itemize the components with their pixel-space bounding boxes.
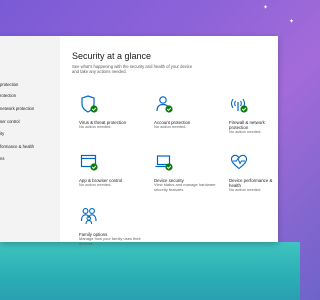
security-window: protection rotection network protection …: [0, 36, 278, 246]
sidebar-item-label: formance & health: [0, 144, 34, 149]
sidebar-item-label: rotection: [0, 93, 17, 98]
card-status: View status and manage hardware security…: [154, 182, 216, 192]
desktop-wallpaper-bottom: [0, 242, 300, 300]
main-content: Security at a glance See what's happenin…: [60, 36, 278, 246]
wifi-icon: [230, 98, 248, 113]
sidebar-item-virus-protection[interactable]: protection: [0, 82, 60, 87]
card-status: Manage how your family uses their device…: [79, 236, 141, 246]
sidebar-item-device-security[interactable]: ity: [0, 131, 60, 136]
heart-pulse-icon: [230, 154, 248, 170]
sparkle-decoration: ✦: [263, 5, 269, 11]
page-subtitle: See what's happening with the security a…: [72, 64, 193, 74]
shield-icon: [81, 95, 98, 113]
sidebar-item-label: ns: [0, 156, 5, 161]
card-device-security[interactable]: Device security View status and manage h…: [149, 150, 219, 200]
card-status: No action needed.: [229, 187, 262, 192]
sidebar-item-family[interactable]: ns: [0, 156, 60, 161]
sidebar-item-label: network protection: [0, 106, 35, 111]
sidebar-item-label: ser control: [0, 119, 20, 124]
browser-window-icon: [80, 154, 98, 171]
family-icon: [80, 208, 97, 225]
card-account-protection[interactable]: Account protection No action needed.: [149, 92, 219, 142]
sidebar-item-label: protection: [0, 82, 19, 87]
sidebar-item-account-protection[interactable]: rotection: [0, 93, 60, 98]
card-device-performance[interactable]: Device performance & health No action ne…: [224, 150, 276, 200]
sidebar: protection rotection network protection …: [0, 36, 60, 242]
sidebar-item-app-browser[interactable]: ser control: [0, 119, 60, 124]
card-virus-threat[interactable]: Virus & threat protection No action need…: [74, 92, 144, 142]
sidebar-item-label: ity: [0, 131, 5, 136]
card-status: No action needed.: [154, 124, 187, 129]
card-firewall-network[interactable]: Firewall & network protection No action …: [224, 92, 276, 142]
sparkle-decoration: ✦: [289, 19, 295, 25]
person-icon: [156, 96, 173, 113]
card-status: No action needed.: [229, 129, 262, 134]
card-status: No action needed.: [79, 124, 112, 129]
sidebar-item-performance[interactable]: formance & health: [0, 144, 60, 149]
laptop-icon: [155, 155, 173, 171]
page-title: Security at a glance: [72, 51, 152, 61]
card-status: No action needed.: [79, 182, 112, 187]
card-family-options[interactable]: Family options Manage how your family us…: [74, 204, 144, 254]
sidebar-item-firewall[interactable]: network protection: [0, 106, 60, 111]
card-app-browser-control[interactable]: App & browser control No action needed.: [74, 150, 144, 200]
